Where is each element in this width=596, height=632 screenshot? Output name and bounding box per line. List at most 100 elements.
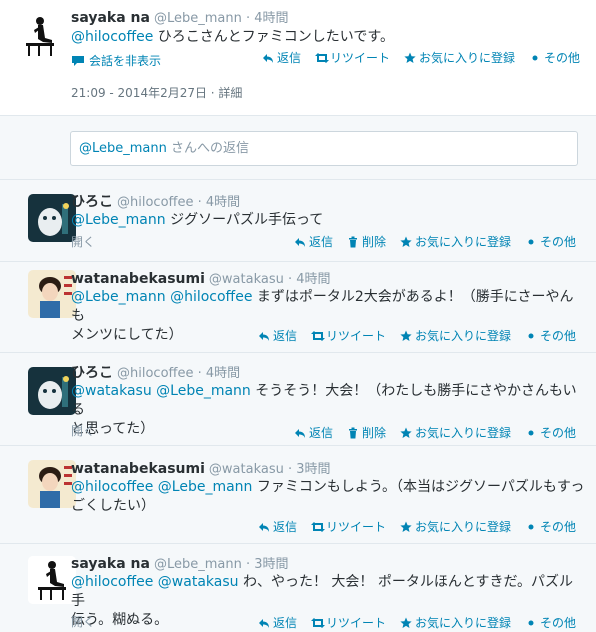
reply-button[interactable]: 返信 xyxy=(294,425,333,441)
expand-link[interactable]: 開く xyxy=(71,614,95,630)
reply-tweet[interactable]: watanabekasumi @watakasu · 4時間 @Lebe_mann… xyxy=(0,262,596,353)
star-icon xyxy=(400,427,412,439)
main-tweet[interactable]: sayaka na @Lebe_mann · 4時間 @hilocoffee ひろ… xyxy=(0,0,596,116)
timestamp-short[interactable]: 4時間 xyxy=(206,195,240,210)
more-button[interactable]: その他 xyxy=(525,425,576,441)
avatar[interactable] xyxy=(28,460,76,508)
reply-icon xyxy=(294,236,306,248)
favorite-button[interactable]: お気に入りに登録 xyxy=(404,50,515,66)
mention-links[interactable]: @Lebe_mann @hilocoffee xyxy=(71,289,252,305)
tweet-header: sayaka na @Lebe_mann · 3時間 xyxy=(71,556,289,573)
screen-name[interactable]: @hilocoffee xyxy=(117,195,193,210)
favorite-label: お気に入りに登録 xyxy=(414,235,511,249)
retweet-icon xyxy=(314,52,329,64)
reply-button[interactable]: 返信 xyxy=(258,615,297,631)
fullname[interactable]: watanabekasumi xyxy=(71,271,205,287)
more-button[interactable]: その他 xyxy=(525,615,576,631)
reply-label: 返信 xyxy=(272,520,297,534)
tweet-body: ジグソーパズル手伝って xyxy=(165,212,324,228)
favorite-label: お気に入りに登録 xyxy=(414,616,511,630)
reply-icon xyxy=(258,330,270,342)
reply-button[interactable]: 返信 xyxy=(294,234,333,250)
tweet-body: ファミコンもしよう。（本当はジグソーパズルもすっ xyxy=(252,479,585,495)
screen-name[interactable]: @Lebe_mann xyxy=(154,557,242,572)
timestamp-short[interactable]: 4時間 xyxy=(254,11,288,26)
reply-tweet[interactable]: sayaka na @Lebe_mann · 3時間 @hilocoffee @w… xyxy=(0,544,596,632)
tweet-body-line2: メンツにしてた） xyxy=(71,327,183,343)
more-label: その他 xyxy=(539,616,576,630)
favorite-button[interactable]: お気に入りに登録 xyxy=(400,425,511,441)
retweet-label: リツイート xyxy=(329,51,390,65)
retweet-button[interactable]: リツイート xyxy=(310,615,386,631)
reply-button[interactable]: 返信 xyxy=(262,50,301,66)
tweet-actions: 返信 リツイート お気に入りに登録 その他 xyxy=(244,519,576,535)
conversation-stream: sayaka na @Lebe_mann · 4時間 @hilocoffee ひろ… xyxy=(0,0,596,632)
timestamp-short[interactable]: 4時間 xyxy=(206,366,240,381)
avatar[interactable] xyxy=(28,367,76,415)
mention-links[interactable]: @Lebe_mann xyxy=(71,212,166,228)
retweet-icon xyxy=(310,617,325,629)
tweet-text: @hilocoffee ひろこさんとファミコンしたいです。 xyxy=(71,28,576,47)
favorite-button[interactable]: お気に入りに登録 xyxy=(400,615,511,631)
mention-links[interactable]: @hilocoffee @watakasu xyxy=(71,574,239,590)
screen-name[interactable]: @watakasu xyxy=(209,272,284,287)
reply-icon xyxy=(262,52,274,64)
expand-link[interactable]: 開く xyxy=(71,234,95,250)
tweet-text: @hilocoffee @Lebe_mann ファミコンもしよう。（本当はジグソ… xyxy=(71,478,586,516)
favorite-button[interactable]: お気に入りに登録 xyxy=(400,519,511,535)
screen-name[interactable]: @hilocoffee xyxy=(117,366,193,381)
reply-tweet[interactable]: ひろこ @hilocoffee · 4時間 @Lebe_mann ジグソーパズル手… xyxy=(0,180,596,262)
avatar[interactable] xyxy=(28,194,76,242)
retweet-button[interactable]: リツイート xyxy=(310,328,386,344)
delete-button[interactable]: 削除 xyxy=(347,234,386,250)
star-icon xyxy=(400,521,412,533)
avatar[interactable] xyxy=(28,270,76,318)
screen-name[interactable]: @watakasu xyxy=(209,462,284,477)
reply-input[interactable]: @Lebe_mann さんへの返信 xyxy=(70,131,578,166)
avatar[interactable] xyxy=(16,12,64,60)
avatar[interactable] xyxy=(28,556,76,604)
timestamp-short[interactable]: 4時間 xyxy=(296,272,330,287)
tweet-header: sayaka na @Lebe_mann · 4時間 xyxy=(71,10,289,27)
mention-link[interactable]: @hilocoffee xyxy=(71,29,153,45)
fullname[interactable]: ひろこ xyxy=(71,194,113,210)
mention-links[interactable]: @hilocoffee @Lebe_mann xyxy=(71,479,252,495)
star-icon xyxy=(404,52,416,64)
more-button[interactable]: その他 xyxy=(525,328,576,344)
screen-name[interactable]: @Lebe_mann xyxy=(154,11,242,26)
delete-label: 削除 xyxy=(361,235,386,249)
star-icon xyxy=(400,330,412,342)
delete-button[interactable]: 削除 xyxy=(347,425,386,441)
retweet-label: リツイート xyxy=(325,329,386,343)
tweet-header: ひろこ @hilocoffee · 4時間 xyxy=(71,194,240,211)
reply-button[interactable]: 返信 xyxy=(258,328,297,344)
more-dots-icon xyxy=(525,521,537,533)
fullname[interactable]: ひろこ xyxy=(71,365,113,381)
retweet-button[interactable]: リツイート xyxy=(314,50,390,66)
fullname[interactable]: sayaka na xyxy=(71,10,150,26)
expand-link[interactable]: 開く xyxy=(71,423,95,439)
favorite-button[interactable]: お気に入りに登録 xyxy=(400,234,511,250)
mention-links[interactable]: @watakasu @Lebe_mann xyxy=(71,383,251,399)
favorite-label: お気に入りに登録 xyxy=(414,520,511,534)
hide-conversation-link[interactable]: 会話を非表示 xyxy=(71,53,161,69)
tweet-body: ひろこさんとファミコンしたいです。 xyxy=(153,29,394,45)
more-button[interactable]: その他 xyxy=(525,519,576,535)
tweet-actions: 返信 リツイート お気に入りに登録 その他 xyxy=(244,328,576,344)
tweet-actions: 返信 リツイート お気に入りに登録 その他 xyxy=(244,615,576,631)
timestamp-short[interactable]: 3時間 xyxy=(254,557,288,572)
hide-conversation-label: 会話を非表示 xyxy=(89,54,162,68)
favorite-button[interactable]: お気に入りに登録 xyxy=(400,328,511,344)
tweet-meta[interactable]: 21:09 - 2014年2月27日 · 詳細 xyxy=(71,85,242,101)
retweet-button[interactable]: リツイート xyxy=(310,519,386,535)
timestamp-short[interactable]: 3時間 xyxy=(296,462,330,477)
reply-tweet[interactable]: watanabekasumi @watakasu · 3時間 @hilocoffe… xyxy=(0,446,596,544)
more-button[interactable]: その他 xyxy=(529,50,580,66)
fullname[interactable]: sayaka na xyxy=(71,556,150,572)
fullname[interactable]: watanabekasumi xyxy=(71,461,205,477)
reply-tweet[interactable]: ひろこ @hilocoffee · 4時間 @watakasu @Lebe_man… xyxy=(0,353,596,446)
more-button[interactable]: その他 xyxy=(525,234,576,250)
tweet-header: watanabekasumi @watakasu · 4時間 xyxy=(71,271,331,288)
reply-button[interactable]: 返信 xyxy=(258,519,297,535)
tweet-text: @Lebe_mann ジグソーパズル手伝って xyxy=(71,211,576,230)
